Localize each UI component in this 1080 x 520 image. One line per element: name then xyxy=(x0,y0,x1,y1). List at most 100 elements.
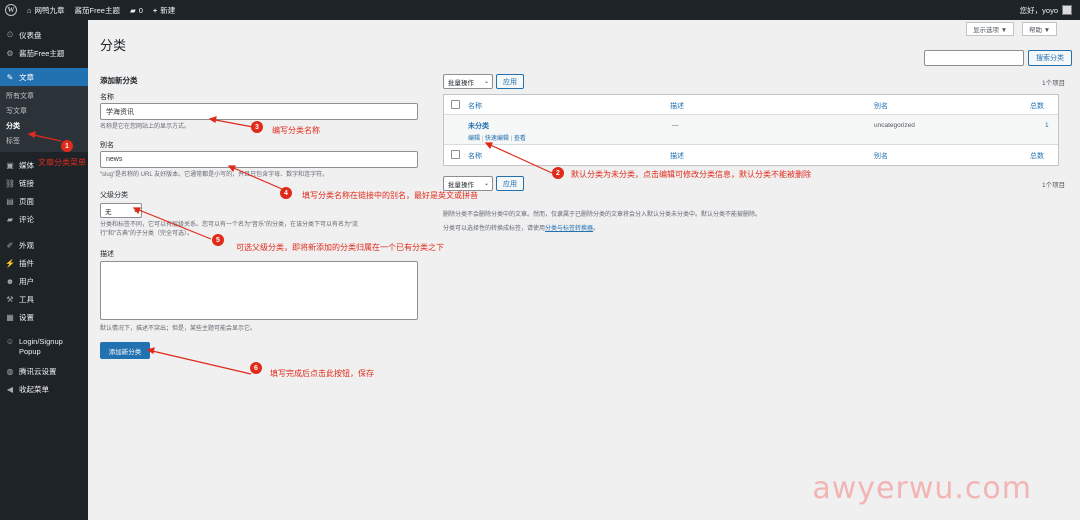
category-name-link[interactable]: 未分类 xyxy=(468,121,489,131)
annotation-text-5: 可选父级分类，即将新添加的分类归属在一个已有分类之下 xyxy=(236,243,444,252)
theme-label: 酱茄Free主题 xyxy=(74,5,120,15)
convert-note: 分类可以选择性的转换成标签，请使用分类与标签转换器。 xyxy=(443,223,599,232)
column-name-footer[interactable]: 名称 xyxy=(468,151,482,161)
slug-input[interactable]: news xyxy=(100,151,418,168)
search-categories-button[interactable]: 搜索分类 xyxy=(1028,50,1072,66)
column-count-footer[interactable]: 总数 xyxy=(1030,151,1044,161)
comments-count: 0 xyxy=(138,5,143,15)
description-label: 描述 xyxy=(100,251,114,258)
chevron-down-icon: ⌄ xyxy=(483,181,489,187)
annotation-badge-4: 4 xyxy=(280,187,292,199)
annotation-text-4: 填写分类名称在链接中的别名，最好是英文或拼音 xyxy=(302,191,478,200)
menu-dashboard[interactable]: ⏲ 仪表盘 xyxy=(0,26,88,44)
select-all-checkbox-bottom[interactable] xyxy=(451,150,460,159)
menu-links[interactable]: ⛓ 链接 xyxy=(0,174,88,192)
menu-label: 用户 xyxy=(19,276,34,286)
menu-label: 腾讯云设置 xyxy=(19,366,57,376)
apply-button-top[interactable]: 应用 xyxy=(496,74,524,89)
submenu-all-posts[interactable]: 所有文章 xyxy=(0,89,88,104)
main-content: 显示选项 ▼ 帮助 ▼ 分类 搜索分类 添加新分类 名称 学海资讯 名称是它在您… xyxy=(88,20,1080,520)
help-button[interactable]: 帮助 ▼ xyxy=(1022,22,1058,36)
submenu-new-post[interactable]: 写文章 xyxy=(0,104,88,119)
menu-posts[interactable]: ✎ 文章 xyxy=(0,68,88,86)
menu-label: 链接 xyxy=(19,178,34,188)
site-name-link[interactable]: ⌂ 网鸭九章 xyxy=(22,0,70,20)
menu-theme[interactable]: ⚙ 酱茄Free主题 xyxy=(0,44,88,62)
bulk-action-select-top[interactable]: 批量操作 ⌄ xyxy=(443,74,493,89)
menu-comments[interactable]: ▰ 评论 xyxy=(0,210,88,228)
comments-link[interactable]: ▰ 0 xyxy=(125,0,148,20)
convert-note-end: 。 xyxy=(593,226,600,232)
column-count[interactable]: 总数 xyxy=(1030,101,1044,111)
menu-appearance[interactable]: ✐ 外观 xyxy=(0,236,88,254)
settings-icon: ▦ xyxy=(6,312,14,322)
chevron-down-icon: ⌄ xyxy=(483,79,489,85)
category-description: — xyxy=(672,122,679,129)
parent-description-line1: 分类和标签不同，它可以有层级关系。您可以有一个名为“音乐”的分类，在该分类下可以… xyxy=(100,222,358,228)
add-category-button[interactable]: 添加新分类 xyxy=(100,342,150,359)
menu-label: 设置 xyxy=(19,312,34,322)
description-textarea[interactable] xyxy=(100,261,418,320)
slug-description: “slug”是名称的 URL 友好版本。它通常都是小写的，并且只包含字母、数字和… xyxy=(100,172,329,178)
new-content-link[interactable]: + 新建 xyxy=(148,0,180,20)
menu-tools[interactable]: ⚒ 工具 xyxy=(0,290,88,308)
slug-label: 别名 xyxy=(100,142,114,149)
parent-select-value: 无 xyxy=(105,208,112,216)
globe-icon: ◍ xyxy=(6,366,14,376)
edit-link[interactable]: 编辑 xyxy=(468,136,480,142)
admin-sidebar: ⏲ 仪表盘 ⚙ 酱茄Free主题 ✎ 文章 所有文章 写文章 分类 标签 ▣ 媒体 ⛓ 链… xyxy=(0,20,88,520)
select-all-checkbox[interactable] xyxy=(451,100,460,109)
column-slug[interactable]: 别名 xyxy=(874,101,888,111)
categories-table: 名称 描述 别名 总数 未分类 编辑 | 快速编辑 | 查看 — uncateg… xyxy=(443,94,1059,166)
menu-collapse[interactable]: ◀ 收起菜单 xyxy=(0,380,88,398)
row-actions: 编辑 | 快速编辑 | 查看 xyxy=(468,133,526,142)
view-link[interactable]: 查看 xyxy=(514,136,526,142)
menu-plugins[interactable]: ⚡ 插件 xyxy=(0,254,88,272)
popup-icon: ☺ xyxy=(5,337,15,346)
admin-bar: W ⌂ 网鸭九章 酱茄Free主题 ▰ 0 + 新建 您好，yoyo xyxy=(0,0,1080,20)
posts-submenu: 所有文章 写文章 分类 标签 xyxy=(0,86,88,152)
brush-icon: ✐ xyxy=(6,240,14,250)
menu-label: Login/Signup Popup xyxy=(19,337,63,356)
annotation-badge-6: 6 xyxy=(250,362,262,374)
menu-users[interactable]: ☻ 用户 xyxy=(0,272,88,290)
description-help: 默认情况下，描述不突出；但是，某些主题可能会显示它。 xyxy=(100,326,257,332)
category-count-link[interactable]: 1 xyxy=(1045,122,1049,129)
menu-pages[interactable]: ▤ 页面 xyxy=(0,192,88,210)
menu-tencent-cloud[interactable]: ◍ 腾讯云设置 xyxy=(0,362,88,380)
column-name[interactable]: 名称 xyxy=(468,101,482,111)
table-row: 未分类 编辑 | 快速编辑 | 查看 — uncategorized 1 xyxy=(444,115,1058,145)
bulk-action-select-bottom[interactable]: 批量操作 ⌄ xyxy=(443,176,493,191)
search-input[interactable] xyxy=(924,50,1024,66)
submenu-tags[interactable]: 标签 xyxy=(0,134,88,149)
column-description[interactable]: 描述 xyxy=(670,101,684,111)
apply-button-bottom[interactable]: 应用 xyxy=(496,176,524,191)
converter-link[interactable]: 分类与标签转换器 xyxy=(545,226,593,232)
column-slug-footer[interactable]: 别名 xyxy=(874,151,888,161)
site-name: 网鸭九章 xyxy=(34,5,65,15)
annotation-text-2: 默认分类为未分类，点击编辑可修改分类信息，默认分类不能被删除 xyxy=(571,170,811,179)
column-description-footer[interactable]: 描述 xyxy=(670,151,684,161)
item-count-bottom: 1个项目 xyxy=(1042,182,1066,189)
wrench-icon: ⚒ xyxy=(6,294,14,304)
parent-select[interactable]: 无 ⌄ xyxy=(100,203,142,218)
name-input[interactable]: 学海资讯 xyxy=(100,103,418,120)
quick-edit-link[interactable]: 快速编辑 xyxy=(485,136,509,142)
link-icon: ⛓ xyxy=(4,178,16,188)
bulk-action-value: 批量操作 xyxy=(448,181,474,189)
account-menu[interactable]: 您好，yoyo xyxy=(1020,5,1080,16)
gear-icon: ⚙ xyxy=(6,48,14,58)
menu-settings[interactable]: ▦ 设置 xyxy=(0,308,88,326)
plug-icon: ⚡ xyxy=(5,258,15,268)
name-label: 名称 xyxy=(100,94,114,101)
wp-logo-menu[interactable]: W xyxy=(0,0,22,20)
theme-link[interactable]: 酱茄Free主题 xyxy=(70,0,125,20)
screen-options-button[interactable]: 显示选项 ▼ xyxy=(966,22,1015,36)
media-icon: ▣ xyxy=(6,160,14,170)
menu-label: 评论 xyxy=(19,214,34,224)
menu-label: 工具 xyxy=(19,294,34,304)
menu-login-signup-popup[interactable]: ☺ Login/Signup Popup xyxy=(0,332,88,358)
submenu-categories[interactable]: 分类 xyxy=(0,119,88,134)
menu-label: 外观 xyxy=(19,240,34,250)
annotation-text-3: 编写分类名称 xyxy=(272,126,320,135)
